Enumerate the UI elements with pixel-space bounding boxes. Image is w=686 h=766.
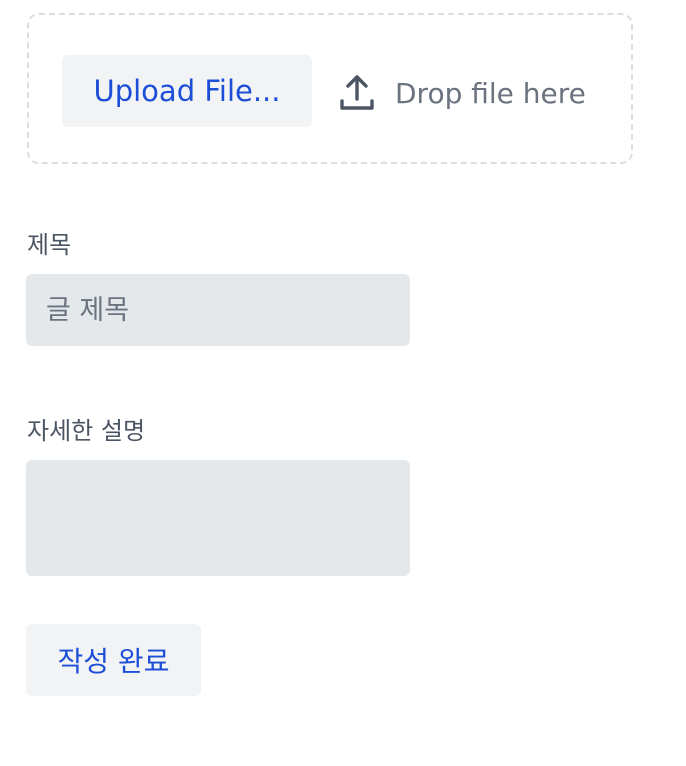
title-label: 제목 xyxy=(27,231,72,259)
title-input[interactable] xyxy=(26,274,410,346)
description-textarea[interactable] xyxy=(26,460,410,576)
submit-button[interactable]: 작성 완료 xyxy=(26,624,201,696)
upload-file-button[interactable]: Upload File... xyxy=(62,55,312,127)
description-label: 자세한 설명 xyxy=(27,417,146,445)
upload-icon xyxy=(337,69,377,117)
file-dropzone[interactable]: Upload File... Drop file here xyxy=(27,13,633,164)
drop-hint-text: Drop file here xyxy=(395,76,586,110)
drop-hint: Drop file here xyxy=(337,69,586,117)
